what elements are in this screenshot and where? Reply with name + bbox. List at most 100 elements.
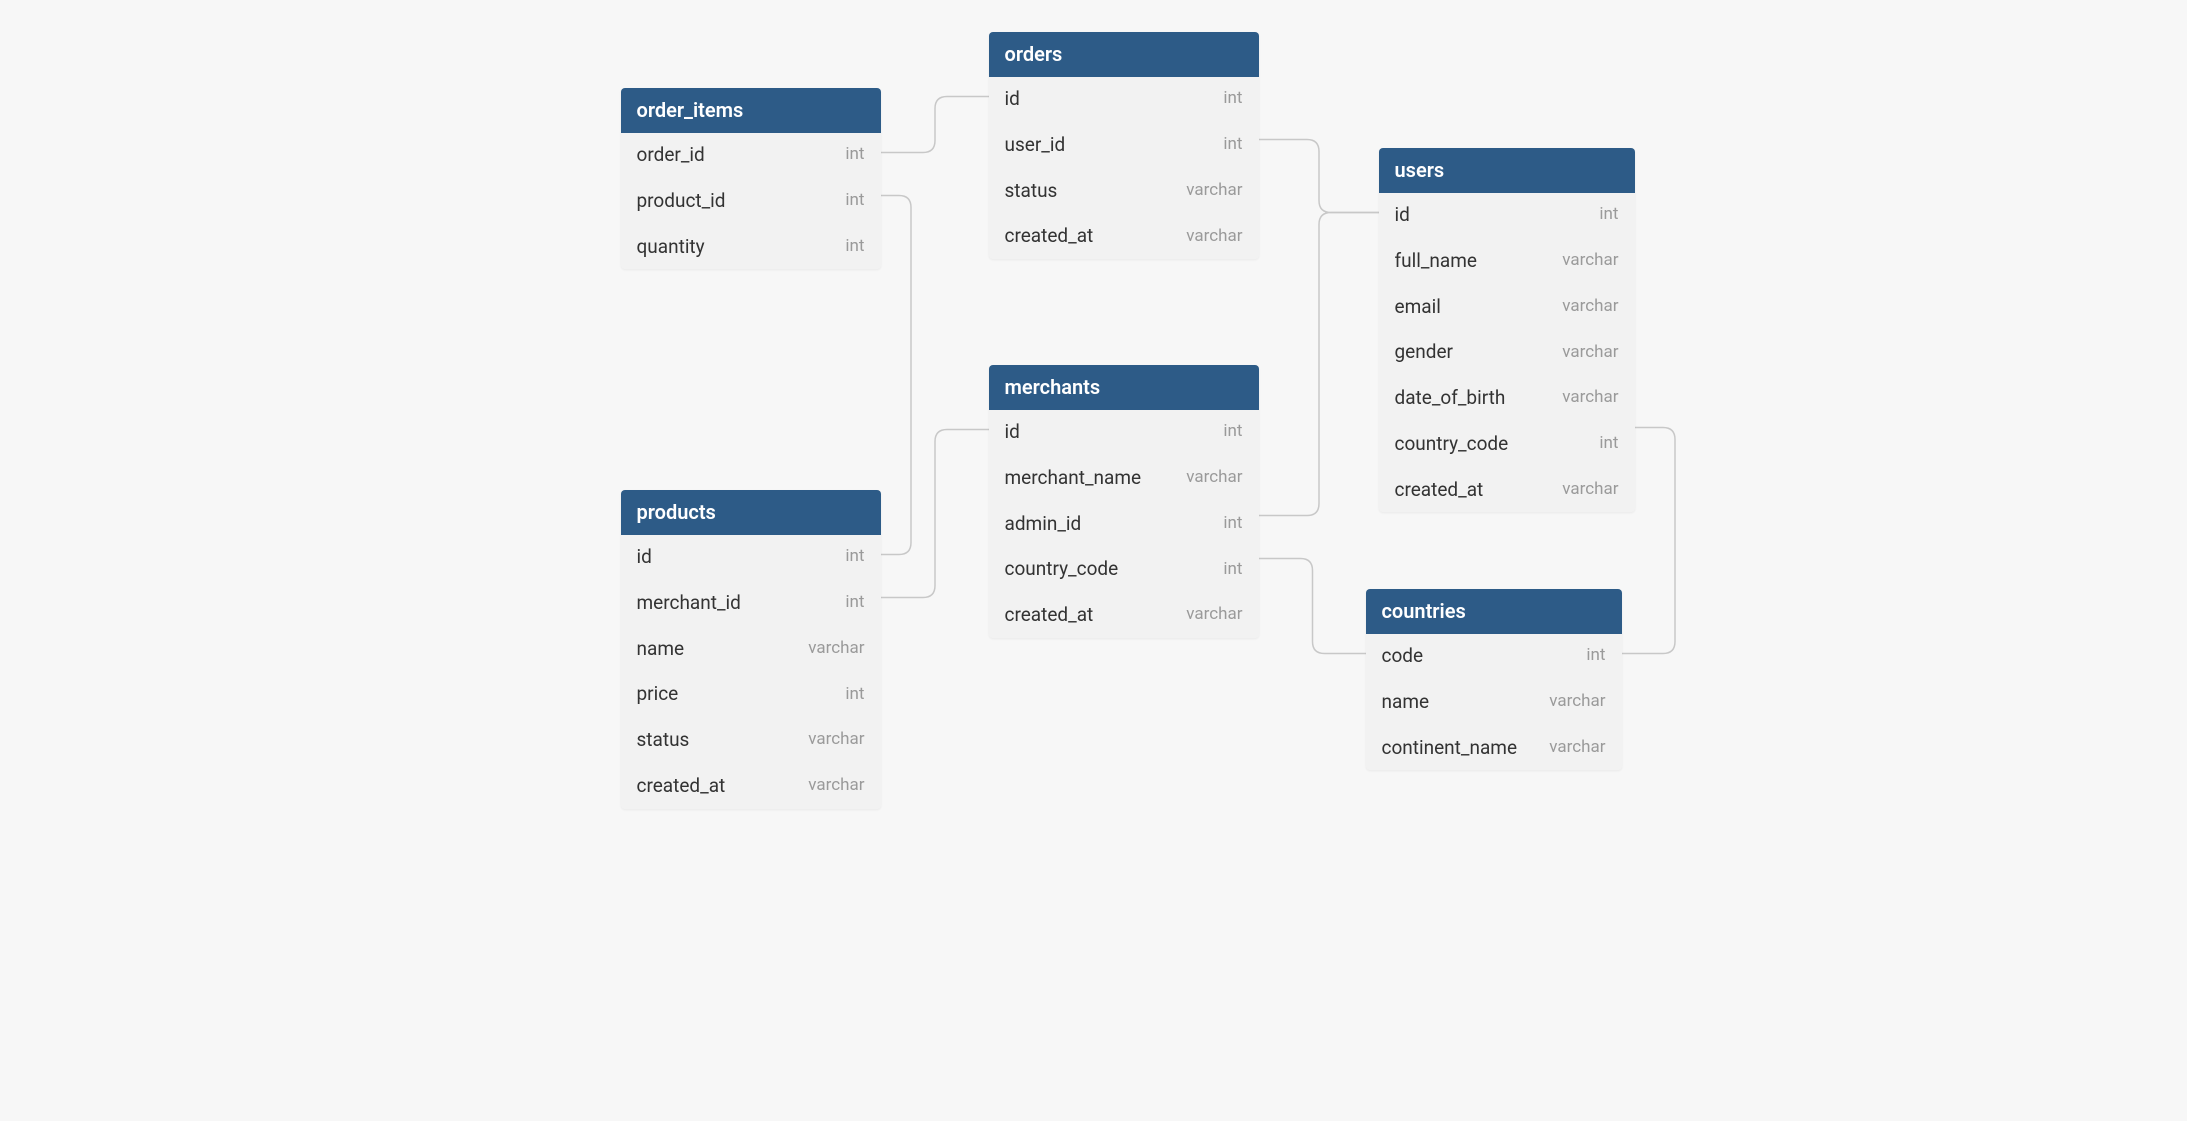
relation-merchants-country_code-to-countries-code bbox=[1259, 559, 1366, 654]
column-name: created_at bbox=[637, 774, 726, 798]
table-header[interactable]: countries bbox=[1366, 589, 1622, 634]
column-type: varchar bbox=[1186, 226, 1242, 247]
column-row[interactable]: created_at varchar bbox=[621, 763, 881, 809]
table-order_items[interactable]: order_itemsorder_idintproduct_idintquant… bbox=[621, 88, 881, 269]
column-row[interactable]: product_id int bbox=[621, 178, 881, 224]
column-type: int bbox=[1223, 421, 1242, 442]
column-type: varchar bbox=[808, 775, 864, 796]
table-header[interactable]: order_items bbox=[621, 88, 881, 133]
column-row[interactable]: email varchar bbox=[1379, 284, 1635, 330]
table-merchants[interactable]: merchantsidintmerchant_namevarcharadmin_… bbox=[989, 365, 1259, 638]
column-row[interactable]: name varchar bbox=[1366, 679, 1622, 725]
column-type: int bbox=[1599, 204, 1618, 225]
column-name: admin_id bbox=[1005, 512, 1082, 536]
column-type: int bbox=[845, 144, 864, 165]
column-row[interactable]: price int bbox=[621, 671, 881, 717]
column-type: varchar bbox=[1549, 737, 1605, 758]
column-row[interactable]: id int bbox=[989, 77, 1259, 122]
column-name: code bbox=[1382, 644, 1424, 668]
relation-order_items-order_id-to-orders-id bbox=[881, 97, 989, 153]
table-orders[interactable]: ordersidintuser_idintstatusvarcharcreate… bbox=[989, 32, 1259, 259]
column-row[interactable]: admin_id int bbox=[989, 501, 1259, 547]
column-row[interactable]: code int bbox=[1366, 634, 1622, 679]
column-row[interactable]: name varchar bbox=[621, 626, 881, 672]
column-row[interactable]: quantity int bbox=[621, 224, 881, 270]
column-name: status bbox=[637, 728, 690, 752]
table-header[interactable]: products bbox=[621, 490, 881, 535]
column-name: merchant_id bbox=[637, 591, 741, 615]
column-name: price bbox=[637, 682, 679, 706]
column-row[interactable]: continent_namevarchar bbox=[1366, 725, 1622, 771]
column-row[interactable]: gender varchar bbox=[1379, 329, 1635, 375]
column-type: int bbox=[1223, 559, 1242, 580]
column-type: int bbox=[845, 190, 864, 211]
column-name: country_code bbox=[1005, 557, 1119, 581]
column-row[interactable]: merchant_id int bbox=[621, 580, 881, 626]
column-row[interactable]: id int bbox=[1379, 193, 1635, 238]
column-name: order_id bbox=[637, 143, 705, 167]
column-type: varchar bbox=[808, 638, 864, 659]
column-type: int bbox=[845, 592, 864, 613]
column-type: int bbox=[845, 236, 864, 257]
table-users[interactable]: usersidintfull_namevarcharemailvarcharge… bbox=[1379, 148, 1635, 512]
column-type: varchar bbox=[1186, 180, 1242, 201]
column-name: merchant_name bbox=[1005, 466, 1142, 490]
column-name: created_at bbox=[1395, 478, 1484, 502]
column-name: user_id bbox=[1005, 133, 1066, 157]
column-row[interactable]: country_code int bbox=[1379, 421, 1635, 467]
relation-order_items-product_id-to-products-id bbox=[881, 196, 911, 555]
column-type: int bbox=[1223, 513, 1242, 534]
column-type: varchar bbox=[1186, 604, 1242, 625]
column-type: varchar bbox=[1562, 387, 1618, 408]
column-name: product_id bbox=[637, 189, 726, 213]
column-name: full_name bbox=[1395, 249, 1477, 273]
column-type: int bbox=[1223, 88, 1242, 109]
column-name: id bbox=[1395, 203, 1410, 227]
column-type: varchar bbox=[1562, 296, 1618, 317]
column-row[interactable]: id int bbox=[989, 410, 1259, 455]
column-row[interactable]: user_id int bbox=[989, 122, 1259, 168]
column-name: created_at bbox=[1005, 603, 1094, 627]
column-name: name bbox=[637, 637, 685, 661]
relation-products-merchant_id-to-merchants-id bbox=[881, 430, 989, 598]
column-row[interactable]: status varchar bbox=[989, 168, 1259, 214]
column-type: varchar bbox=[1562, 342, 1618, 363]
column-row[interactable]: status varchar bbox=[621, 717, 881, 763]
column-name: name bbox=[1382, 690, 1430, 714]
column-type: int bbox=[845, 684, 864, 705]
column-name: country_code bbox=[1395, 432, 1509, 456]
column-name: status bbox=[1005, 179, 1058, 203]
column-type: int bbox=[1223, 134, 1242, 155]
table-countries[interactable]: countriescodeintnamevarcharcontinent_nam… bbox=[1366, 589, 1622, 770]
column-name: quantity bbox=[637, 235, 705, 259]
column-type: varchar bbox=[1549, 691, 1605, 712]
column-type: varchar bbox=[808, 729, 864, 750]
column-type: varchar bbox=[1186, 467, 1242, 488]
column-type: int bbox=[845, 546, 864, 567]
column-row[interactable]: country_code int bbox=[989, 546, 1259, 592]
relation-merchants-admin_id-to-users-id bbox=[1259, 213, 1379, 516]
column-name: id bbox=[1005, 87, 1020, 111]
erd-canvas[interactable]: order_itemsorder_idintproduct_idintquant… bbox=[364, 0, 1824, 820]
column-row[interactable]: order_id int bbox=[621, 133, 881, 178]
column-row[interactable]: created_at varchar bbox=[1379, 467, 1635, 513]
column-row[interactable]: date_of_birthvarchar bbox=[1379, 375, 1635, 421]
relation-orders-user_id-to-users-id bbox=[1259, 140, 1379, 213]
table-header[interactable]: merchants bbox=[989, 365, 1259, 410]
column-row[interactable]: merchant_name varchar bbox=[989, 455, 1259, 501]
column-name: email bbox=[1395, 295, 1441, 319]
table-header[interactable]: orders bbox=[989, 32, 1259, 77]
column-type: int bbox=[1599, 433, 1618, 454]
column-row[interactable]: full_name varchar bbox=[1379, 238, 1635, 284]
column-type: int bbox=[1586, 645, 1605, 666]
column-row[interactable]: created_at varchar bbox=[989, 213, 1259, 259]
column-type: varchar bbox=[1562, 479, 1618, 500]
table-header[interactable]: users bbox=[1379, 148, 1635, 193]
table-products[interactable]: productsidintmerchant_idintnamevarcharpr… bbox=[621, 490, 881, 809]
column-row[interactable]: created_at varchar bbox=[989, 592, 1259, 638]
column-row[interactable]: idint bbox=[621, 535, 881, 580]
column-type: varchar bbox=[1562, 250, 1618, 271]
column-name: id bbox=[1005, 420, 1020, 444]
column-name: created_at bbox=[1005, 224, 1094, 248]
column-name: gender bbox=[1395, 340, 1453, 364]
